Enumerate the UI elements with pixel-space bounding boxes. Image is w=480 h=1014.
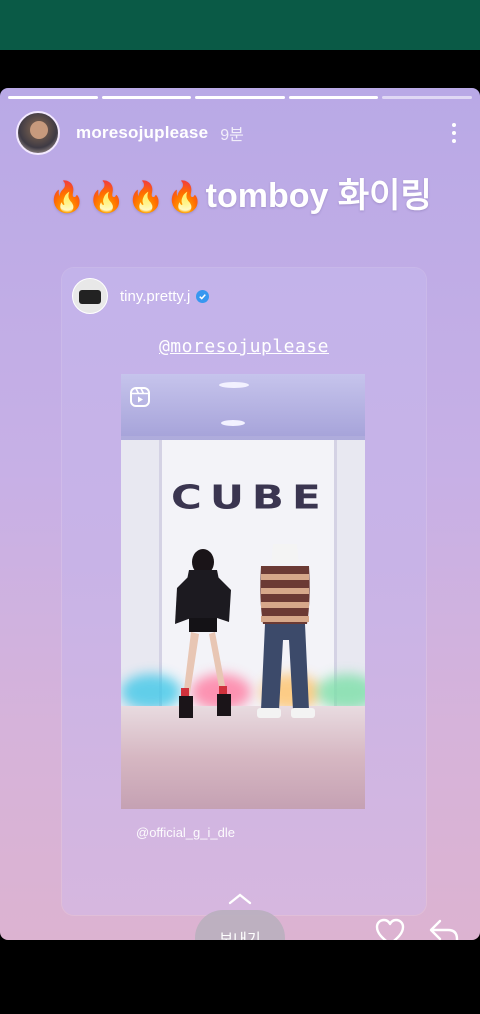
story-timestamp: 9분 <box>220 127 244 144</box>
shared-post-author[interactable]: tiny.pretty.j <box>120 288 190 305</box>
caption-text: tomboy 화이링 <box>205 177 432 215</box>
cube-sign: CUBE <box>171 478 329 517</box>
story-progress-bar <box>8 96 472 99</box>
video-wall-right <box>337 440 365 706</box>
story-header: moresojuplease 9분 <box>16 110 464 156</box>
progress-segment <box>8 96 98 99</box>
verified-badge-icon <box>196 289 210 303</box>
story-caption: 🔥🔥🔥🔥tomboy 화이링 <box>0 174 480 220</box>
send-button[interactable]: 보내기 <box>195 910 285 940</box>
mention-sticker[interactable]: @moresojuplease <box>62 336 426 357</box>
chevron-up-icon[interactable] <box>228 893 252 905</box>
status-bar <box>0 0 480 50</box>
reels-icon <box>130 387 150 407</box>
ceiling-light <box>219 382 249 388</box>
reel-video-thumbnail[interactable]: CUBE <box>121 374 365 809</box>
progress-segment <box>195 96 285 99</box>
shared-post-card[interactable]: tiny.pretty.j @moresojuplease CUBE @offi… <box>62 268 426 915</box>
video-watermark: @official_g_i_dle <box>136 825 235 840</box>
avatar[interactable] <box>72 278 108 314</box>
video-floor <box>121 706 365 809</box>
bottom-bar <box>0 940 480 1014</box>
top-gap <box>0 50 480 88</box>
dancer-figure <box>257 544 315 718</box>
fire-emoji: 🔥🔥🔥🔥 <box>48 181 206 214</box>
progress-segment <box>288 96 379 99</box>
progress-segment <box>101 96 192 99</box>
shared-post-header[interactable]: tiny.pretty.j <box>72 278 210 314</box>
avatar[interactable] <box>16 111 60 155</box>
video-wall-left <box>121 440 159 706</box>
ceiling-light <box>221 420 245 426</box>
progress-segment <box>382 96 472 99</box>
story-viewer[interactable]: moresojuplease 9분 🔥🔥🔥🔥tomboy 화이링 tiny.pr… <box>0 88 480 940</box>
dancer-figure <box>175 549 231 718</box>
story-username[interactable]: moresojuplease <box>76 123 208 143</box>
more-options-icon[interactable] <box>444 121 464 145</box>
